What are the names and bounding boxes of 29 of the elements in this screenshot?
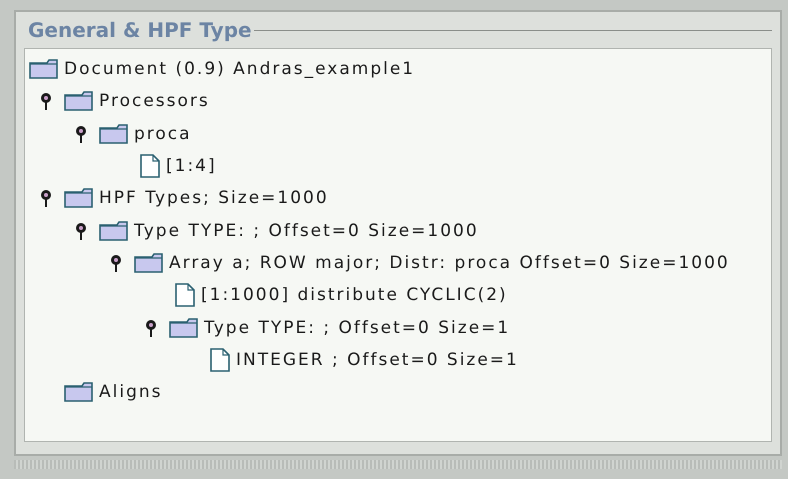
expand-handle-icon[interactable] xyxy=(145,318,157,337)
tree-node-label[interactable]: Document (0.9) Andras_example1 xyxy=(64,59,416,80)
document-icon xyxy=(210,348,230,372)
tree-node-label[interactable]: [1:1000] distribute CYCLIC(2) xyxy=(201,285,508,306)
tree-node-label[interactable]: [1:4] xyxy=(166,156,217,176)
tree-node-label[interactable]: Processors xyxy=(99,91,210,112)
document-icon xyxy=(175,283,195,308)
tree-node-label[interactable]: proca xyxy=(134,124,192,144)
expand-handle-icon[interactable] xyxy=(40,189,52,208)
expand-handle-icon[interactable] xyxy=(40,92,52,110)
tree-node-label[interactable]: HPF Types; Size=1000 xyxy=(99,188,329,208)
tree-node-label[interactable]: Type TYPE: ; Offset=0 Size=1000 xyxy=(134,220,479,241)
folder-icon xyxy=(64,382,94,402)
folder-icon xyxy=(134,252,164,273)
panel-title: General & HPF Type xyxy=(27,18,253,42)
expand-handle-icon[interactable] xyxy=(75,222,87,240)
document-icon xyxy=(140,154,160,178)
folder-icon xyxy=(99,220,129,241)
expand-handle-icon[interactable] xyxy=(75,124,87,143)
tree-node-label[interactable]: INTEGER ; Offset=0 Size=1 xyxy=(236,350,519,370)
tree-node-label[interactable]: Aligns xyxy=(99,382,162,402)
tree-node-label[interactable]: Type TYPE: ; Offset=0 Size=1 xyxy=(204,318,510,338)
folder-icon xyxy=(64,91,94,112)
tree-node-label[interactable]: Array a; ROW major; Distr: proca Offset=0 Size=1000 xyxy=(169,252,730,273)
folder-icon xyxy=(29,59,59,80)
folder-icon xyxy=(99,124,129,144)
folder-icon xyxy=(64,188,94,208)
folder-icon xyxy=(169,318,199,338)
expand-handle-icon[interactable] xyxy=(110,254,122,272)
